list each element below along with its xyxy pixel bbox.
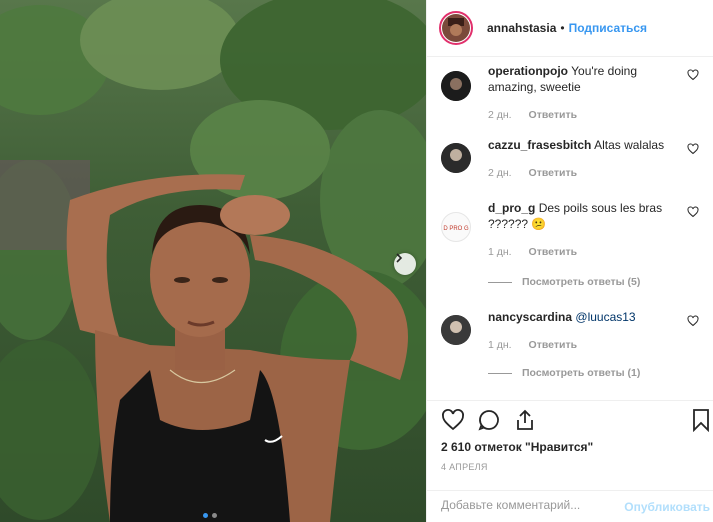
comment-meta: 2 дн. Ответить <box>488 109 591 121</box>
view-replies-button[interactable]: Посмотреть ответы (1) <box>488 367 640 379</box>
avatar-image <box>442 14 470 42</box>
avatar-image <box>441 315 471 345</box>
commenter-avatar[interactable]: D PRO G <box>441 212 471 242</box>
reply-button[interactable]: Ответить <box>529 109 578 121</box>
comment-meta: 2 дн. Ответить <box>488 167 591 179</box>
add-comment-bar: Опубликовать <box>427 490 713 522</box>
replies-divider-line <box>488 372 512 374</box>
comments-list: operationpojo You're doing amazing, swee… <box>427 57 713 397</box>
post-date[interactable]: 4 АПРЕЛЯ <box>441 462 488 472</box>
comment-username[interactable]: operationpojo <box>488 64 568 78</box>
comment-item: operationpojo You're doing amazing, swee… <box>441 63 707 123</box>
follow-button[interactable]: Подписаться <box>569 21 647 35</box>
avatar-logo-text: D PRO G <box>443 226 469 232</box>
replies-divider-line <box>488 281 512 283</box>
comment-username[interactable]: d_pro_g <box>488 201 535 215</box>
post-actions-bar <box>427 400 713 440</box>
reply-button[interactable]: Ответить <box>529 167 578 179</box>
comment-text: operationpojo You're doing amazing, swee… <box>488 63 688 95</box>
post-header: annahstasia • Подписаться <box>427 0 713 57</box>
comment-item: nancyscardina @luucas13 1 дн. Ответить П… <box>441 309 707 399</box>
like-heart-icon[interactable] <box>441 408 465 432</box>
reply-button[interactable]: Ответить <box>529 339 578 351</box>
view-replies-button[interactable]: Посмотреть ответы (5) <box>488 276 640 288</box>
comment-age: 2 дн. <box>488 109 512 121</box>
share-upload-icon[interactable] <box>513 408 537 432</box>
comment-input[interactable] <box>441 498 616 512</box>
commenter-avatar[interactable] <box>441 315 471 345</box>
avatar-image <box>441 143 471 173</box>
comment-body: Altas walalas <box>594 138 665 152</box>
comment-age: 1 дн. <box>488 339 512 351</box>
likes-count[interactable]: 2 610 отметок "Нравится" <box>441 440 593 454</box>
header-separator: • <box>560 21 565 35</box>
commenter-avatar[interactable] <box>441 143 471 173</box>
comment-text: nancyscardina @luucas13 <box>488 309 688 325</box>
comment-item: D PRO G d_pro_g Des poils sous les bras … <box>441 200 707 290</box>
comment-text: cazzu_frasesbitch Altas walalas <box>488 137 688 153</box>
comment-age: 2 дн. <box>488 167 512 179</box>
like-comment-heart-icon[interactable] <box>687 206 699 218</box>
save-bookmark-icon[interactable] <box>691 408 711 432</box>
commenter-avatar[interactable] <box>441 71 471 101</box>
avatar-image <box>441 71 471 101</box>
like-comment-heart-icon[interactable] <box>687 315 699 327</box>
comment-mention-link[interactable]: @luucas13 <box>575 310 635 324</box>
carousel-dot <box>212 513 217 518</box>
view-replies-label: Посмотреть ответы (5) <box>522 276 641 288</box>
post-photo[interactable] <box>0 0 426 522</box>
reply-button[interactable]: Ответить <box>529 246 578 258</box>
comment-username[interactable]: cazzu_frasesbitch <box>488 138 591 152</box>
avatar-image: D PRO G <box>442 213 470 241</box>
comment-meta: 1 дн. Ответить <box>488 339 591 351</box>
comment-username[interactable]: nancyscardina <box>488 310 572 324</box>
view-replies-label: Посмотреть ответы (1) <box>522 367 641 379</box>
carousel-indicator <box>203 513 217 518</box>
like-comment-heart-icon[interactable] <box>687 143 699 155</box>
comment-age: 1 дн. <box>488 246 512 258</box>
next-slide-button[interactable] <box>394 253 416 275</box>
chevron-right-icon <box>396 253 403 263</box>
photo-illustration <box>0 0 426 522</box>
comment-text: d_pro_g Des poils sous les bras ?????? 😕 <box>488 200 688 232</box>
carousel-dot <box>203 513 208 518</box>
publish-button[interactable]: Опубликовать <box>624 500 710 514</box>
comment-item: cazzu_frasesbitch Altas walalas 2 дн. От… <box>441 137 707 182</box>
author-avatar[interactable] <box>439 11 473 45</box>
comment-meta: 1 дн. Ответить <box>488 246 591 258</box>
post-side-panel: annahstasia • Подписаться operationpojo … <box>426 0 713 522</box>
comment-bubble-icon[interactable] <box>477 408 501 432</box>
author-username[interactable]: annahstasia <box>487 21 556 35</box>
like-comment-heart-icon[interactable] <box>687 69 699 81</box>
